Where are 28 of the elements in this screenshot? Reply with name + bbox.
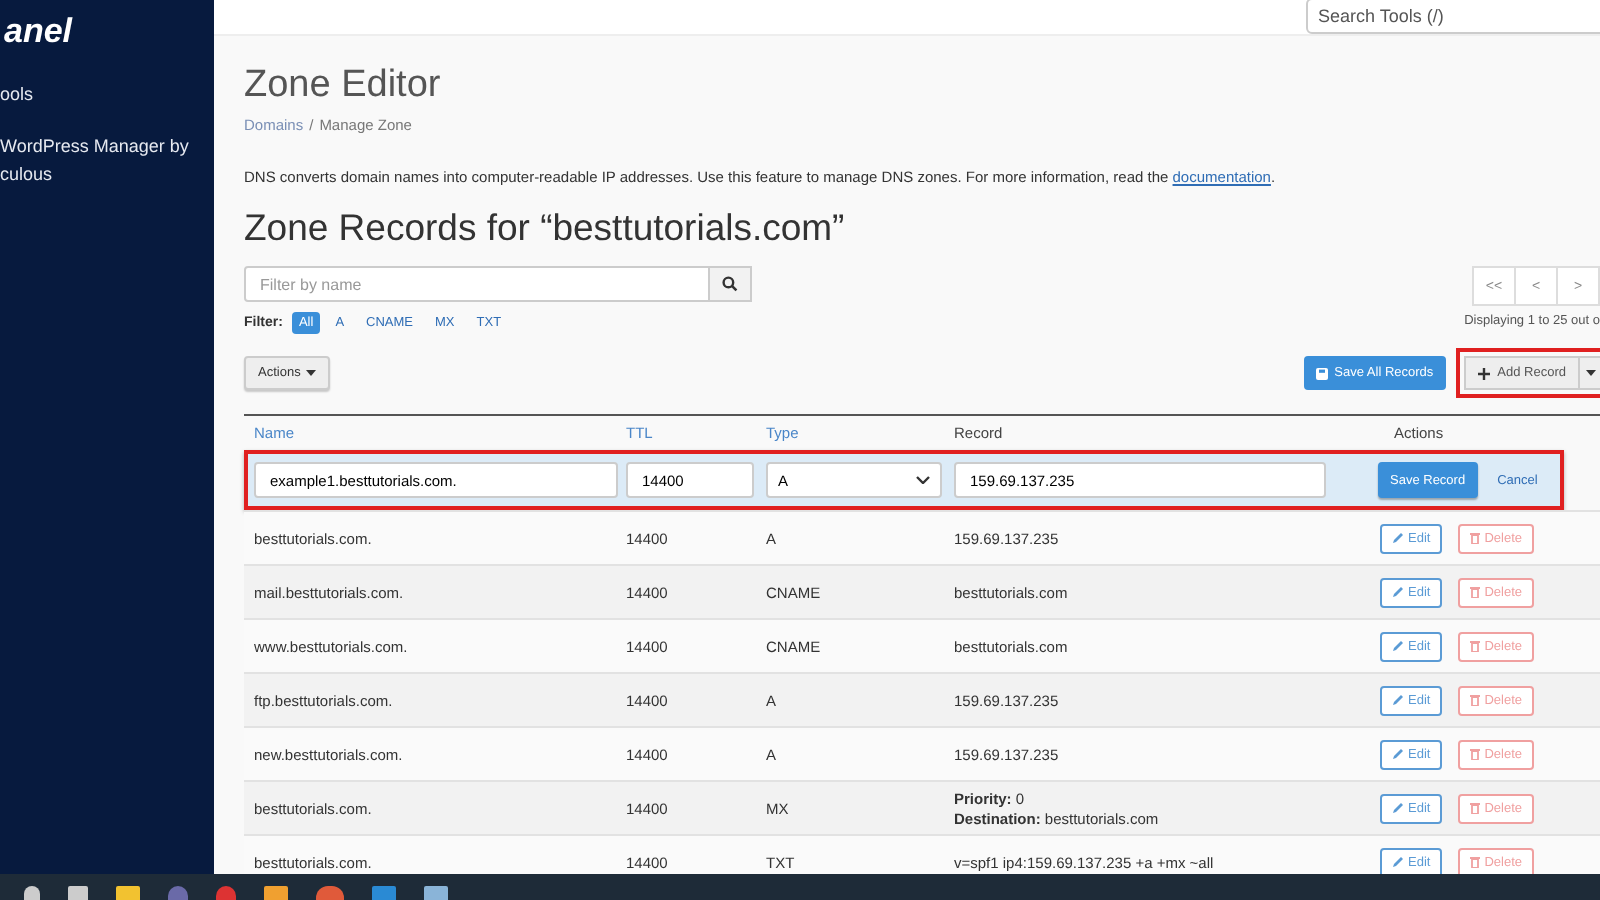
pencil-icon (1392, 586, 1404, 598)
search-button[interactable] (710, 266, 752, 302)
save-icon (1316, 367, 1329, 379)
trash-icon (1470, 856, 1481, 868)
plus-icon (1477, 367, 1490, 379)
trash-icon (1470, 802, 1481, 814)
sidebar-item[interactable]: WordPress Manager by culous (0, 132, 190, 188)
pencil-icon (1392, 802, 1404, 814)
pencil-icon (1392, 856, 1404, 868)
trash-icon (1470, 640, 1481, 652)
caret-icon (1586, 370, 1596, 376)
pencil-icon (1392, 532, 1404, 544)
caret-icon (306, 370, 317, 376)
search-field[interactable]: Search Tools (/) (1306, 0, 1600, 34)
trash-icon (1470, 694, 1481, 706)
page-title: Zone Editor (244, 64, 443, 108)
trash-icon (1470, 748, 1481, 760)
dropdown-toggle[interactable] (1580, 356, 1600, 390)
pencil-icon (1392, 748, 1404, 760)
pencil-icon (1392, 694, 1404, 706)
trash-icon (1470, 586, 1481, 598)
trash-icon (1470, 532, 1481, 544)
sidebar-item[interactable]: ools (0, 80, 190, 108)
filter-field[interactable]: Filter by name (244, 266, 710, 302)
pencil-icon (1392, 640, 1404, 652)
chevron-down-icon (916, 476, 930, 484)
zone-records-heading: Zone Records for “besttutorials.com” (244, 206, 847, 250)
logo-text: anel (4, 12, 75, 52)
